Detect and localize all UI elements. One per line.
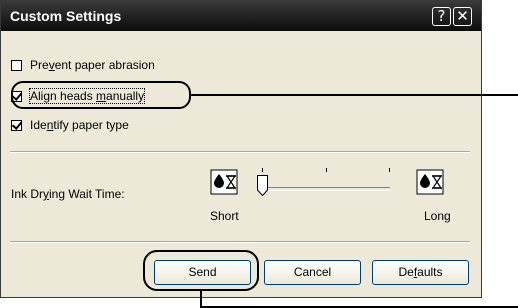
slider-tick [326,168,327,172]
ink-drying-slider-thumb[interactable] [257,175,268,196]
screenshot-canvas: Custom Settings ? ✕ Prevent paper abrasi… [0,0,518,308]
ink-drying-label: Ink Drying Wait Time: [11,187,125,201]
ink-drop-hourglass-icon [416,169,444,195]
align-heads-callout-highlight [11,81,191,109]
prevent-paper-abrasion-checkbox[interactable] [11,59,22,71]
label-part: Ide [30,118,47,132]
identify-paper-type-option[interactable]: Identify paper type [11,116,129,134]
identify-paper-type-checkbox[interactable] [11,119,22,131]
separator [10,241,470,243]
ink-drying-slider-track[interactable] [264,187,390,191]
label-part: tify paper type [53,118,129,132]
title-bar: Custom Settings ? ✕ [1,1,481,31]
defaults-button[interactable]: Defaults [372,260,469,285]
prevent-paper-abrasion-option[interactable]: Prevent paper abrasion [11,56,155,74]
ink-drop-hourglass-icon [210,169,238,195]
separator [10,151,470,153]
cancel-button[interactable]: Cancel [264,260,361,285]
label-part: Ink Dr [11,187,44,201]
label-part: De [398,265,414,279]
label-part: ing Wait Time: [49,187,125,201]
label-part: aults [417,265,443,279]
close-button[interactable]: ✕ [453,7,472,26]
label-part: Pre [30,58,49,72]
close-icon: ✕ [456,7,469,25]
align-heads-callout-line [191,94,518,96]
slider-max-label: Long [424,209,451,223]
prevent-paper-abrasion-label: Prevent paper abrasion [30,58,155,72]
send-callout-highlight [143,250,259,291]
identify-paper-type-label: Identify paper type [30,118,129,132]
label-part: ent paper abrasion [54,58,155,72]
slider-tick [262,168,263,172]
window-title: Custom Settings [10,8,122,24]
help-icon: ? [437,7,446,25]
slider-min-label: Short [210,209,239,223]
help-button[interactable]: ? [432,7,451,26]
slider-tick [389,168,390,172]
